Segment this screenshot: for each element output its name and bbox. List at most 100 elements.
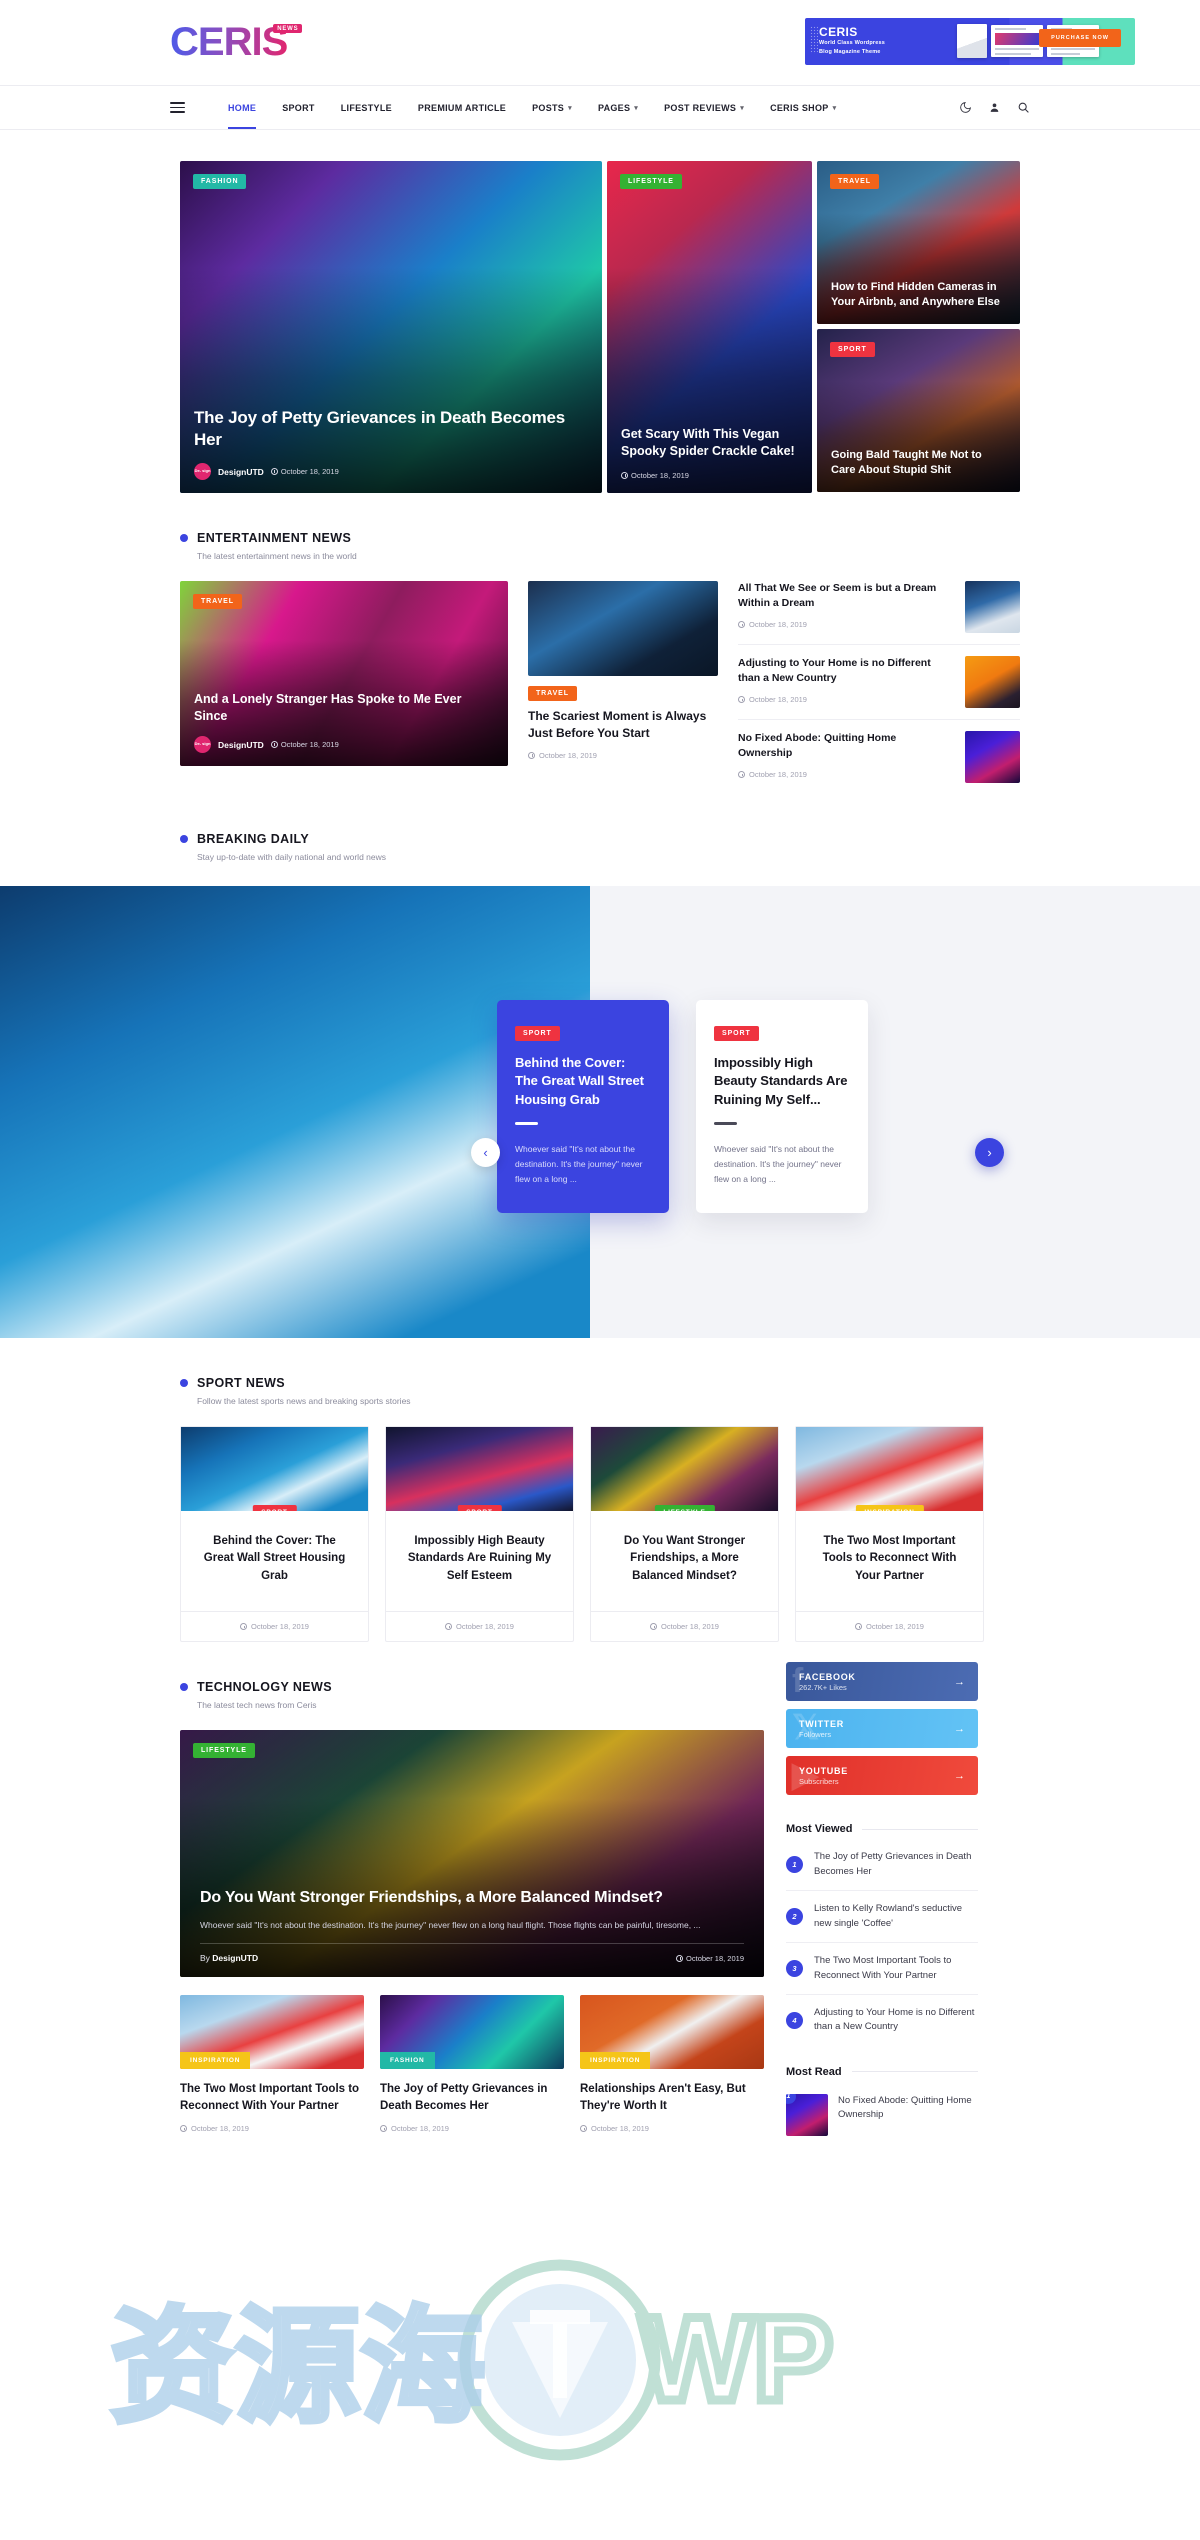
author-name[interactable]: DesignUTD [218, 467, 264, 477]
post-date: October 18, 2019 [270, 467, 339, 476]
section-dot-icon [180, 534, 188, 542]
category-badge[interactable]: SPORT [714, 1026, 759, 1041]
category-badge[interactable]: LIFESTYLE [654, 1505, 715, 1511]
most-viewed-item[interactable]: 4 Adjusting to Your Home is no Different… [786, 1995, 978, 2046]
category-badge[interactable]: INSPIRATION [855, 1505, 924, 1511]
moon-icon[interactable] [959, 101, 972, 114]
list-item[interactable]: No Fixed Abode: Quitting Home Ownership … [738, 720, 1020, 794]
social-widget-youtube[interactable]: ▶ YOUTUBE Subscribers → [786, 1756, 978, 1796]
user-icon[interactable] [988, 101, 1001, 114]
site-logo[interactable]: CERIS NEWS [170, 22, 303, 62]
sport-card[interactable]: SPORT Behind the Cover: The Great Wall S… [180, 1426, 369, 1643]
rank-title[interactable]: The Joy of Petty Grievances in Death Bec… [814, 1850, 978, 1879]
category-badge[interactable]: FASHION [380, 2052, 435, 2070]
list-item-title[interactable]: Adjusting to Your Home is no Different t… [738, 656, 953, 686]
card-title[interactable]: The Joy of Petty Grievances in Death Bec… [380, 2081, 564, 2115]
list-item[interactable]: All That We See or Seem is but a Dream W… [738, 581, 1020, 645]
entertainment-mid-title[interactable]: The Scariest Moment is Always Just Befor… [528, 708, 718, 742]
category-badge[interactable]: TRAVEL [193, 594, 242, 609]
clock-icon [650, 1623, 658, 1631]
card-title[interactable]: The Two Most Important Tools to Reconnec… [812, 1533, 967, 1585]
hero-mid-card[interactable]: LIFESTYLE Get Scary With This Vegan Spoo… [607, 161, 812, 493]
category-badge[interactable]: INSPIRATION [180, 2052, 251, 2070]
rank-title[interactable]: Listen to Kelly Rowland's seductive new … [814, 1902, 978, 1931]
sport-card[interactable]: SPORT Impossibly High Beauty Standards A… [385, 1426, 574, 1643]
list-item[interactable]: Adjusting to Your Home is no Different t… [738, 645, 1020, 720]
most-read-header: Most Read [786, 2066, 978, 2078]
category-badge[interactable]: TRAVEL [830, 174, 879, 189]
category-badge[interactable]: LIFESTYLE [620, 174, 682, 189]
nav-item-sport[interactable]: SPORT [269, 86, 328, 129]
rank-title[interactable]: The Two Most Important Tools to Reconnec… [814, 1954, 978, 1983]
card-title[interactable]: Relationships Aren't Easy, But They're W… [580, 2081, 764, 2115]
ad-purchase-button[interactable]: PURCHASE NOW [1039, 29, 1121, 47]
sport-card[interactable]: INSPIRATION The Two Most Important Tools… [795, 1426, 984, 1643]
search-icon[interactable] [1017, 101, 1030, 114]
nav-item-post-reviews[interactable]: POST REVIEWS ▾ [651, 86, 757, 129]
hero-right-top-title[interactable]: How to Find Hidden Cameras in Your Airbn… [831, 280, 1006, 311]
header-banner-ad[interactable]: CERIS World Class Wordpress Blog Magazin… [805, 18, 1135, 65]
social-name: FACEBOOK [799, 1671, 856, 1682]
breaking-card[interactable]: SPORT Impossibly High Beauty Standards A… [696, 1000, 868, 1213]
breaking-card-active[interactable]: SPORT Behind the Cover: The Great Wall S… [497, 1000, 669, 1213]
hamburger-menu-icon[interactable] [170, 102, 185, 113]
nav-item-ceris-shop[interactable]: CERIS SHOP ▾ [757, 86, 849, 129]
list-item-title[interactable]: No Fixed Abode: Quitting Home Ownership [738, 731, 953, 761]
clock-icon [270, 468, 278, 475]
category-badge[interactable]: LIFESTYLE [193, 1743, 255, 1759]
hero-right-top-card[interactable]: TRAVEL How to Find Hidden Cameras in You… [817, 161, 1020, 324]
author-name[interactable]: DesignUTD [212, 1953, 258, 1963]
technology-card[interactable]: INSPIRATION Relationships Aren't Easy, B… [580, 1995, 764, 2133]
category-badge[interactable]: SPORT [252, 1505, 297, 1511]
sport-card[interactable]: LIFESTYLE Do You Want Stronger Friendshi… [590, 1426, 779, 1643]
most-viewed-item[interactable]: 2 Listen to Kelly Rowland's seductive ne… [786, 1891, 978, 1944]
card-title[interactable]: Impossibly High Beauty Standards Are Rui… [402, 1533, 557, 1585]
technology-feature-title[interactable]: Do You Want Stronger Friendships, a More… [200, 1887, 744, 1909]
card-title[interactable]: Do You Want Stronger Friendships, a More… [607, 1533, 762, 1585]
list-item-title[interactable]: All That We See or Seem is but a Dream W… [738, 581, 953, 611]
nav-item-premium-article[interactable]: PREMIUM ARTICLE [405, 86, 519, 129]
hero-right-top-body: How to Find Hidden Cameras in Your Airbn… [831, 280, 1006, 311]
most-viewed-item[interactable]: 3 The Two Most Important Tools to Reconn… [786, 1943, 978, 1996]
carousel-prev-button[interactable]: ‹ [471, 1138, 500, 1167]
category-badge[interactable]: FASHION [193, 174, 247, 189]
post-date: October 18, 2019 [738, 695, 953, 704]
most-viewed-item[interactable]: 1 The Joy of Petty Grievances in Death B… [786, 1839, 978, 1892]
clock-icon [180, 2125, 187, 2133]
entertainment-feature-card[interactable]: TRAVEL And a Lonely Stranger Has Spoke t… [180, 581, 508, 766]
social-widget-facebook[interactable]: f FACEBOOK 262.7K+ Likes → [786, 1662, 978, 1702]
most-read-title[interactable]: No Fixed Abode: Quitting Home Ownership [838, 2094, 978, 2123]
card-title[interactable]: The Two Most Important Tools to Reconnec… [180, 2081, 364, 2115]
category-badge[interactable]: INSPIRATION [580, 2052, 651, 2070]
category-badge[interactable]: SPORT [457, 1505, 502, 1511]
hero-main-title[interactable]: The Joy of Petty Grievances in Death Bec… [194, 407, 588, 452]
clock-icon [528, 752, 535, 760]
most-read-item[interactable]: 1 No Fixed Abode: Quitting Home Ownershi… [786, 2082, 978, 2148]
author-name[interactable]: DesignUTD [218, 740, 264, 750]
nav-item-home[interactable]: HOME [215, 86, 269, 129]
hero-main-card[interactable]: FASHION The Joy of Petty Grievances in D… [180, 161, 602, 493]
breaking-card-title[interactable]: Behind the Cover: The Great Wall Street … [515, 1054, 651, 1109]
category-badge[interactable]: TRAVEL [528, 686, 577, 701]
social-widget-twitter[interactable]: 𝕏 TWITTER Followers → [786, 1709, 978, 1749]
technology-card[interactable]: FASHION The Joy of Petty Grievances in D… [380, 1995, 564, 2133]
nav-label: HOME [228, 102, 257, 113]
technology-feature-card[interactable]: LIFESTYLE Do You Want Stronger Friendshi… [180, 1730, 764, 1978]
breaking-card-title[interactable]: Impossibly High Beauty Standards Are Rui… [714, 1054, 850, 1109]
entertainment-mid-card[interactable]: TRAVEL The Scariest Moment is Always Jus… [528, 581, 718, 794]
nav-item-posts[interactable]: POSTS ▾ [519, 86, 585, 129]
card-title[interactable]: Behind the Cover: The Great Wall Street … [197, 1533, 352, 1585]
nav-item-lifestyle[interactable]: LIFESTYLE [328, 86, 405, 129]
nav-item-pages[interactable]: PAGES ▾ [585, 86, 651, 129]
thumbnail-photo [965, 731, 1020, 783]
technology-card[interactable]: INSPIRATION The Two Most Important Tools… [180, 1995, 364, 2133]
hero-right-bottom-card[interactable]: SPORT Going Bald Taught Me Not to Care A… [817, 329, 1020, 492]
entertainment-feature-title[interactable]: And a Lonely Stranger Has Spoke to Me Ev… [194, 691, 494, 726]
hero-right-bottom-title[interactable]: Going Bald Taught Me Not to Care About S… [831, 448, 1006, 479]
category-badge[interactable]: SPORT [515, 1026, 560, 1041]
rank-title[interactable]: Adjusting to Your Home is no Different t… [814, 2006, 978, 2035]
most-viewed-header: Most Viewed [786, 1823, 978, 1835]
category-badge[interactable]: SPORT [830, 342, 875, 357]
hero-mid-title[interactable]: Get Scary With This Vegan Spooky Spider … [621, 426, 798, 460]
carousel-next-button[interactable]: › [975, 1138, 1004, 1167]
